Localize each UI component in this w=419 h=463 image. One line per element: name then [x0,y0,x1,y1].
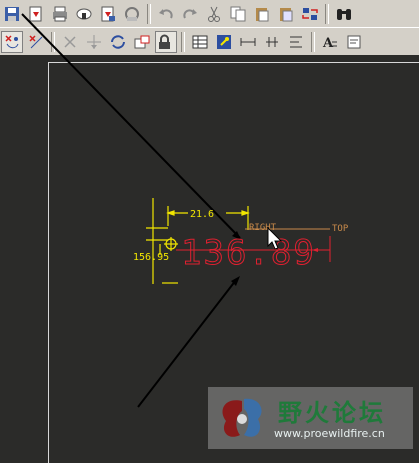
text-style-icon: A [322,36,337,51]
note-button[interactable] [343,31,365,53]
annotation-icon [217,34,231,49]
save-icon [5,6,19,21]
select-x-icon [5,34,19,48]
select-y-icon [29,34,43,48]
locked-view-button[interactable] [155,30,177,53]
refresh-button[interactable] [107,31,129,53]
network-print-icon [76,8,92,19]
select-x-button[interactable] [1,30,23,53]
watermark-url: www.proewildfire.cn [274,427,385,440]
toolbar-separator [325,3,329,24]
pdf-button[interactable] [97,3,119,25]
note-icon [347,35,361,48]
annotation-button[interactable] [213,31,235,53]
dimension-button[interactable] [237,31,259,53]
binoculars-icon [337,8,351,20]
toolbar-separator [181,31,185,52]
paste-special-button[interactable] [275,3,297,25]
table-button[interactable] [189,31,211,53]
toolbar-separator [51,31,55,52]
refresh-icon [111,34,125,49]
toolbar-separator [147,3,151,24]
toolbar-separator [311,31,315,52]
pdf-export-button[interactable] [25,3,47,25]
redo-button[interactable] [179,3,201,25]
ordinate-dimension-button[interactable] [261,31,283,53]
align-icon [290,36,302,47]
select-y-button[interactable] [25,31,47,53]
regenerate-button[interactable] [299,3,321,25]
undo-icon [159,8,173,18]
watermark-emblem-icon [222,398,262,437]
main-toolbar [0,0,419,28]
dimension-icon [240,37,256,46]
svg-text:A: A [322,36,334,51]
paste-button[interactable] [251,3,273,25]
undo-button[interactable] [155,3,177,25]
table-icon [192,35,208,48]
watermark-logo: 野火论坛 www.proewildfire.cn [208,387,413,449]
copy-icon [230,6,246,21]
text-style-button[interactable]: A [319,31,341,53]
locked-view-icon [159,34,170,49]
email-icon [125,6,139,21]
ordinate-dimension-icon [266,36,278,47]
redo-icon [183,8,197,18]
regenerate-icon [302,7,318,20]
cut-button[interactable] [203,3,225,25]
copy-button[interactable] [227,3,249,25]
paste-icon [256,7,269,21]
print-icon [53,6,67,21]
paste-special-icon [280,7,293,21]
delete-icon [64,35,76,48]
print-button[interactable] [49,3,71,25]
align-button[interactable] [285,31,307,53]
cut-icon [208,6,220,22]
insert-view-button[interactable] [131,31,153,53]
pdf-export-icon [29,6,42,21]
network-print-button[interactable] [73,3,95,25]
insert-view-icon [134,35,150,48]
watermark-title: 野火论坛 [278,398,386,427]
binoculars-button[interactable] [333,3,355,25]
pdf-icon [101,6,115,21]
save-button[interactable] [1,3,23,25]
delete-button[interactable] [59,31,81,53]
email-button[interactable] [121,3,143,25]
move-icon [87,34,101,49]
drawing-toolbar: A [0,27,419,56]
move-button[interactable] [83,31,105,53]
